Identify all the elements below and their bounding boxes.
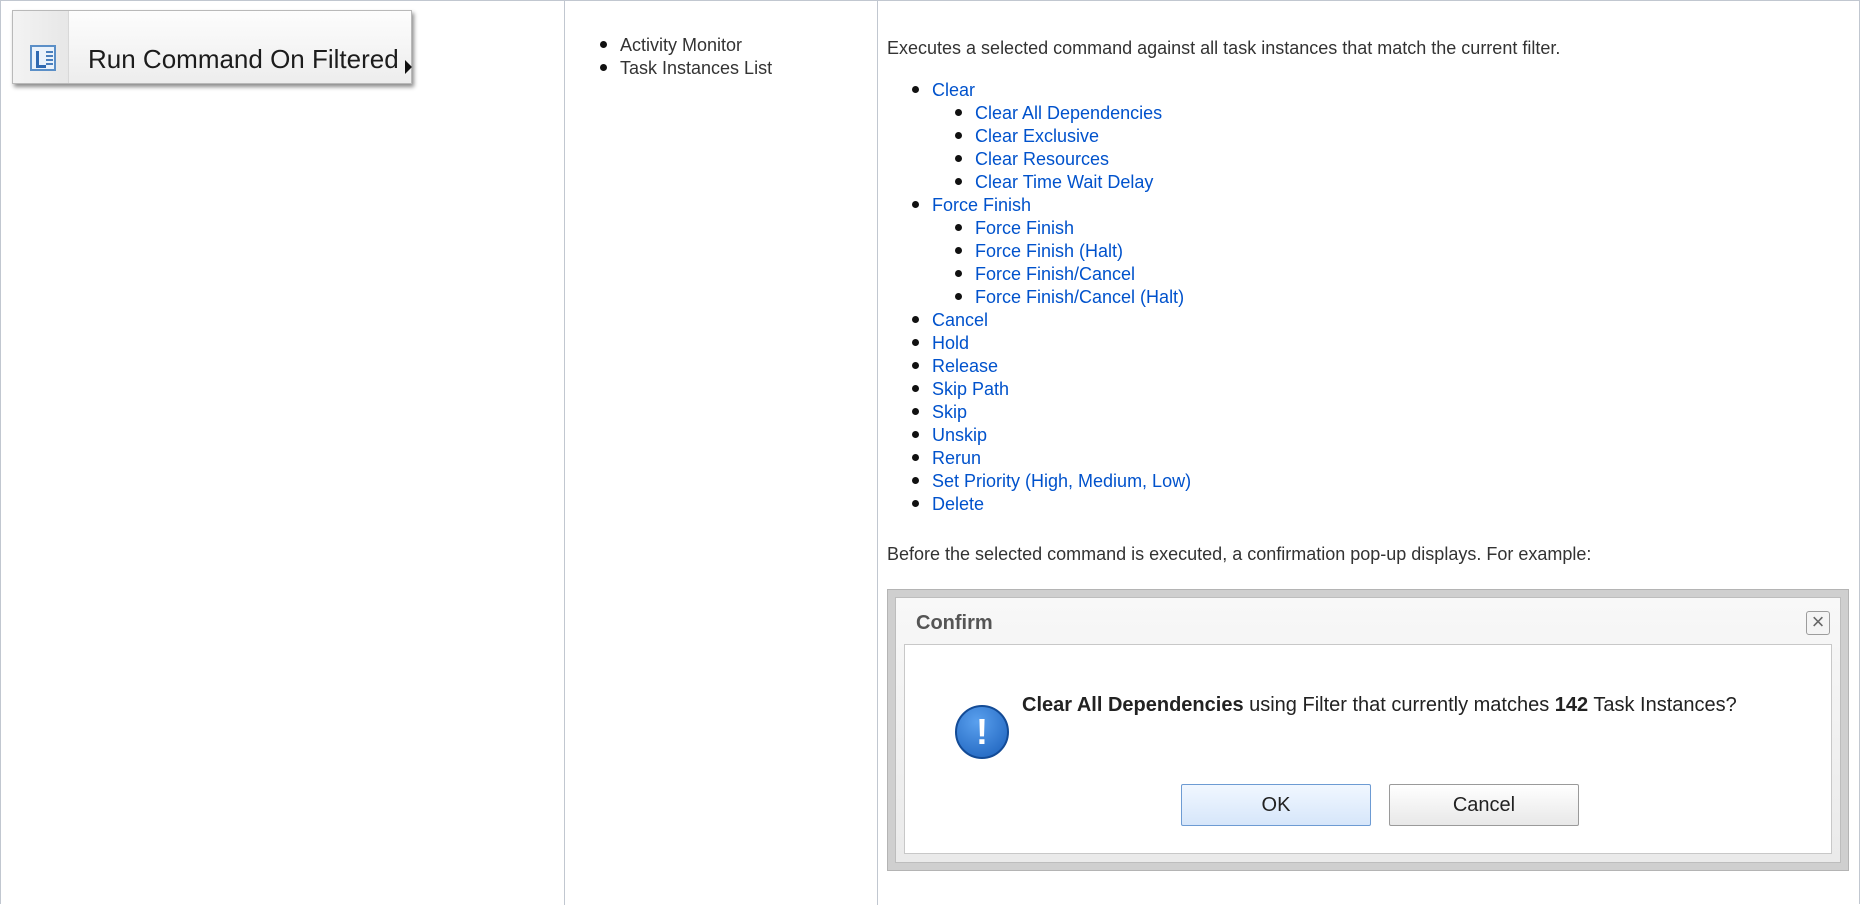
location-list: Activity Monitor Task Instances List xyxy=(599,34,773,80)
command-link[interactable]: Release xyxy=(932,356,998,376)
command-link[interactable]: Rerun xyxy=(932,448,981,468)
confirm-dialog-screenshot: Confirm × ! Clear All Dependencies using… xyxy=(887,589,1849,871)
command-item: Clear Time Wait Delay xyxy=(954,171,1191,194)
command-link[interactable]: Force Finish xyxy=(975,218,1074,238)
command-item: Force Finish/Cancel xyxy=(954,263,1191,286)
message-end: Task Instances? xyxy=(1588,694,1737,716)
submenu-arrow-icon xyxy=(405,60,412,74)
command-item: Release xyxy=(911,355,1191,378)
dialog-body: ! Clear All Dependencies using Filter th… xyxy=(904,644,1832,854)
command-link[interactable]: Skip xyxy=(932,402,967,422)
command-item: Unskip xyxy=(911,424,1191,447)
close-icon[interactable]: × xyxy=(1806,611,1830,635)
command-item: Rerun xyxy=(911,447,1191,470)
command-link[interactable]: Unskip xyxy=(932,425,987,445)
command-item: Set Priority (High, Medium, Low) xyxy=(911,470,1191,493)
confirmation-note: Before the selected command is executed,… xyxy=(887,544,1592,564)
command-sublist: Force Finish Force Finish (Halt) Force F… xyxy=(932,217,1191,309)
command-link[interactable]: Force Finish/Cancel (Halt) xyxy=(975,287,1184,307)
command-link[interactable]: Set Priority (High, Medium, Low) xyxy=(932,471,1191,491)
ok-button[interactable]: OK xyxy=(1181,784,1371,826)
command-item: Force Finish (Halt) xyxy=(954,240,1191,263)
location-item: Task Instances List xyxy=(599,58,773,78)
command-item: Clear Clear All Dependencies Clear Exclu… xyxy=(911,79,1191,194)
command-link[interactable]: Clear Time Wait Delay xyxy=(975,172,1153,192)
confirm-dialog: Confirm × ! Clear All Dependencies using… xyxy=(895,597,1841,863)
command-item: Force Finish xyxy=(954,217,1191,240)
exclamation-icon: ! xyxy=(955,705,1009,759)
command-link[interactable]: Force Finish (Halt) xyxy=(975,241,1123,261)
command-item: Clear All Dependencies xyxy=(954,102,1191,125)
command-link[interactable]: Force Finish xyxy=(932,195,1031,215)
message-count: 142 xyxy=(1554,694,1589,716)
command-item: Force Finish Force Finish Force Finish (… xyxy=(911,194,1191,309)
cancel-button[interactable]: Cancel xyxy=(1389,784,1579,826)
command-link[interactable]: Cancel xyxy=(932,310,988,330)
command-link[interactable]: Delete xyxy=(932,494,984,514)
command-item: Skip Path xyxy=(911,378,1191,401)
menu-item-label: Run Command On Filtered xyxy=(88,44,399,74)
command-link[interactable]: Clear All Dependencies xyxy=(975,103,1162,123)
message-middle: using Filter that currently matches xyxy=(1243,694,1555,716)
description-text: Executes a selected command against all … xyxy=(887,38,1561,58)
command-item: Skip xyxy=(911,401,1191,424)
run-command-on-filtered-menu-item: Run Command On Filtered xyxy=(12,10,412,84)
message-command: Clear All Dependencies xyxy=(1022,694,1244,716)
command-item: Clear Exclusive xyxy=(954,125,1191,148)
dialog-title: Confirm xyxy=(916,612,993,634)
dialog-message: Clear All Dependencies using Filter that… xyxy=(1022,694,1737,717)
command-item: Hold xyxy=(911,332,1191,355)
command-link[interactable]: Hold xyxy=(932,333,969,353)
run-command-icon xyxy=(30,45,56,71)
command-link[interactable]: Force Finish/Cancel xyxy=(975,264,1135,284)
command-sublist: Clear All Dependencies Clear Exclusive C… xyxy=(932,102,1191,194)
command-item: Cancel xyxy=(911,309,1191,332)
command-list: Clear Clear All Dependencies Clear Exclu… xyxy=(911,79,1191,516)
location-column xyxy=(564,1,877,905)
command-link[interactable]: Clear Exclusive xyxy=(975,126,1099,146)
menu-column xyxy=(1,1,564,905)
command-item: Force Finish/Cancel (Halt) xyxy=(954,286,1191,309)
command-link[interactable]: Clear xyxy=(932,80,975,100)
command-link[interactable]: Clear Resources xyxy=(975,149,1109,169)
command-item: Clear Resources xyxy=(954,148,1191,171)
location-item: Activity Monitor xyxy=(599,34,772,57)
command-link[interactable]: Skip Path xyxy=(932,379,1009,399)
command-item: Delete xyxy=(911,493,1191,516)
